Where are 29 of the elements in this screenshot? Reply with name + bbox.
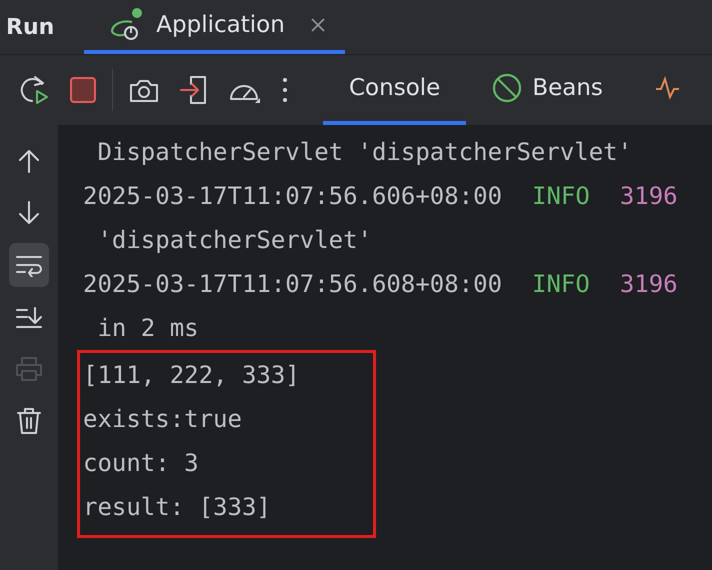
- rerun-icon[interactable]: [18, 74, 50, 106]
- output-text: count: 3: [83, 449, 199, 477]
- log-text: DispatcherServlet 'dispatcherServlet': [96, 138, 632, 166]
- log-text: 3196: [620, 182, 678, 210]
- panel-title: Run: [6, 14, 54, 40]
- trash-icon[interactable]: [17, 407, 41, 435]
- log-text: 3196: [620, 270, 678, 298]
- stop-icon[interactable]: [70, 77, 96, 103]
- log-text: INFO: [532, 182, 590, 210]
- log-text: 'dispatcherServlet': [96, 226, 372, 254]
- output-text: result: [333]: [83, 493, 271, 521]
- exit-icon[interactable]: [179, 75, 207, 105]
- close-icon[interactable]: [310, 18, 325, 32]
- log-text: 2025-03-17T11:07:56.608+08:00: [83, 270, 502, 298]
- more-icon[interactable]: [281, 76, 289, 104]
- arrow-down-icon[interactable]: [17, 200, 41, 226]
- prohibited-icon: [492, 73, 522, 103]
- output-text: exists:true: [83, 405, 242, 433]
- sidebar-button[interactable]: [9, 243, 49, 287]
- arrow-up-icon[interactable]: [17, 148, 41, 174]
- beans-tab[interactable]: Beans: [466, 55, 629, 125]
- output-text: [111, 222, 333]: [83, 361, 300, 389]
- log-text: 2025-03-17T11:07:56.606+08:00: [83, 182, 502, 210]
- log-text: INFO: [532, 270, 590, 298]
- wrap-icon[interactable]: [15, 253, 43, 277]
- log-text: in 2 ms: [96, 314, 199, 342]
- console-tab[interactable]: Console: [323, 55, 466, 125]
- camera-icon[interactable]: [129, 77, 159, 103]
- scroll-to-end-icon[interactable]: [15, 305, 43, 329]
